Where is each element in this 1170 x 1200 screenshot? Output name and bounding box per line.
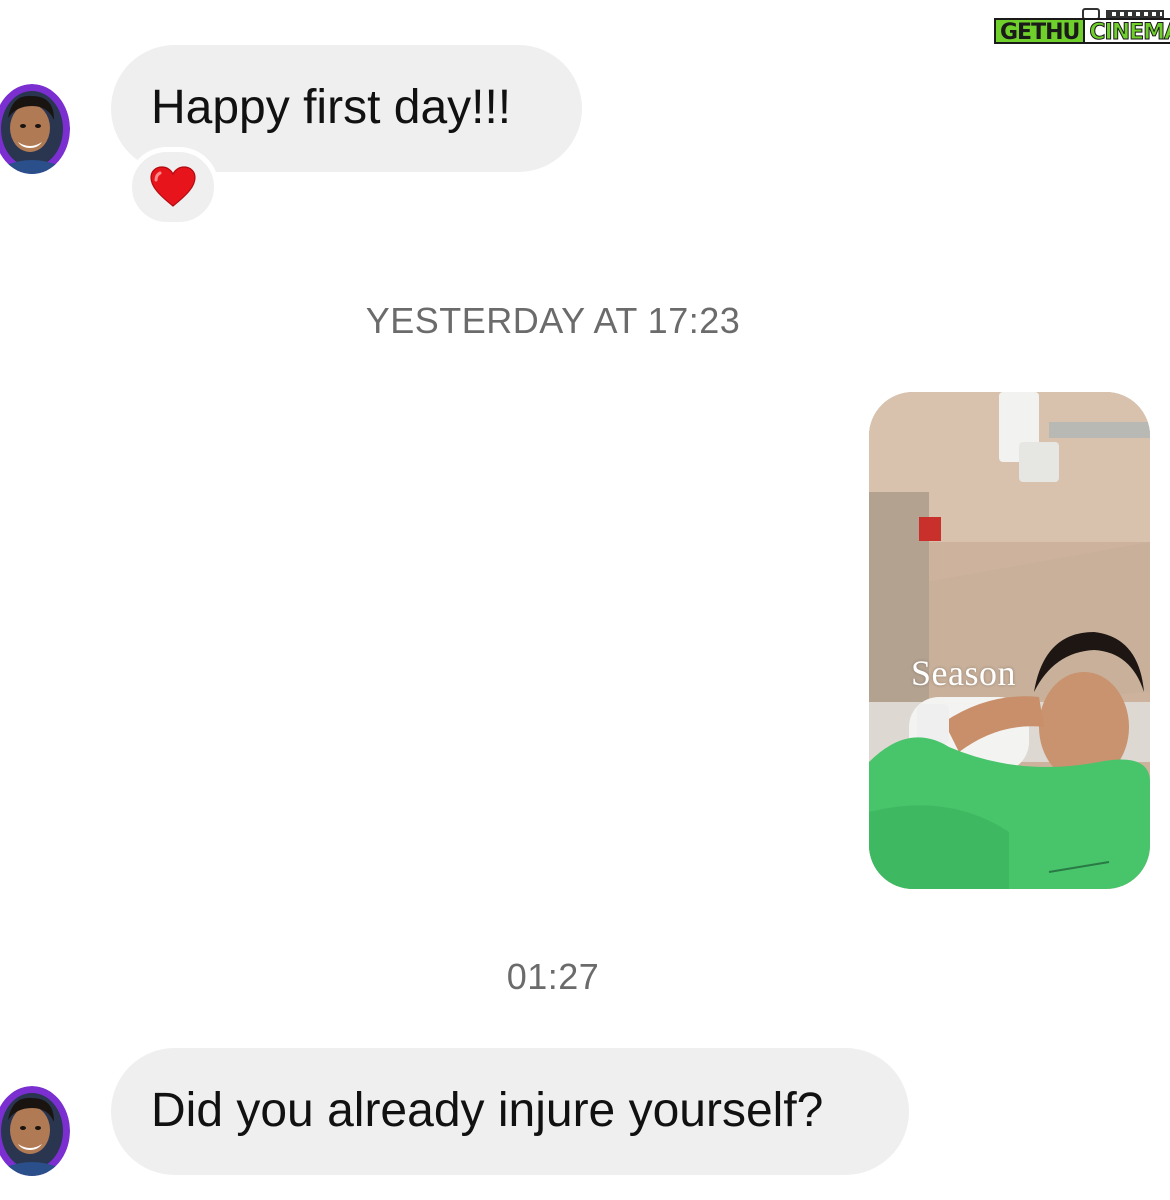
profile-photo-icon: [0, 1086, 70, 1176]
hospital-selfie-image: [869, 392, 1150, 889]
avatar[interactable]: [0, 84, 70, 174]
profile-photo-icon: [0, 84, 70, 174]
logo-word-cinema: CINEMA: [1085, 18, 1170, 46]
message-text: Did you already injure yourself?: [151, 1084, 824, 1137]
chat-thread: GETHU CINEMA Happy first day!!! YESTERDA…: [0, 0, 1170, 1200]
gethu-cinema-watermark-logo: GETHU CINEMA: [994, 8, 1170, 46]
red-heart-icon: [150, 166, 196, 207]
film-reel-icon: [1106, 10, 1164, 18]
timestamp-divider: YESTERDAY AT 17:23: [365, 300, 741, 341]
timestamp-divider: 01:27: [506, 956, 600, 997]
message-reaction[interactable]: [127, 147, 219, 227]
incoming-message-bubble[interactable]: Did you already injure yourself?: [111, 1048, 909, 1175]
logo-word-gethu: GETHU: [994, 18, 1086, 45]
shared-story-photo[interactable]: Season: [869, 392, 1150, 889]
avatar[interactable]: [0, 1086, 70, 1176]
photo-caption: Season: [911, 653, 1016, 693]
message-text: Happy first day!!!: [151, 81, 512, 134]
